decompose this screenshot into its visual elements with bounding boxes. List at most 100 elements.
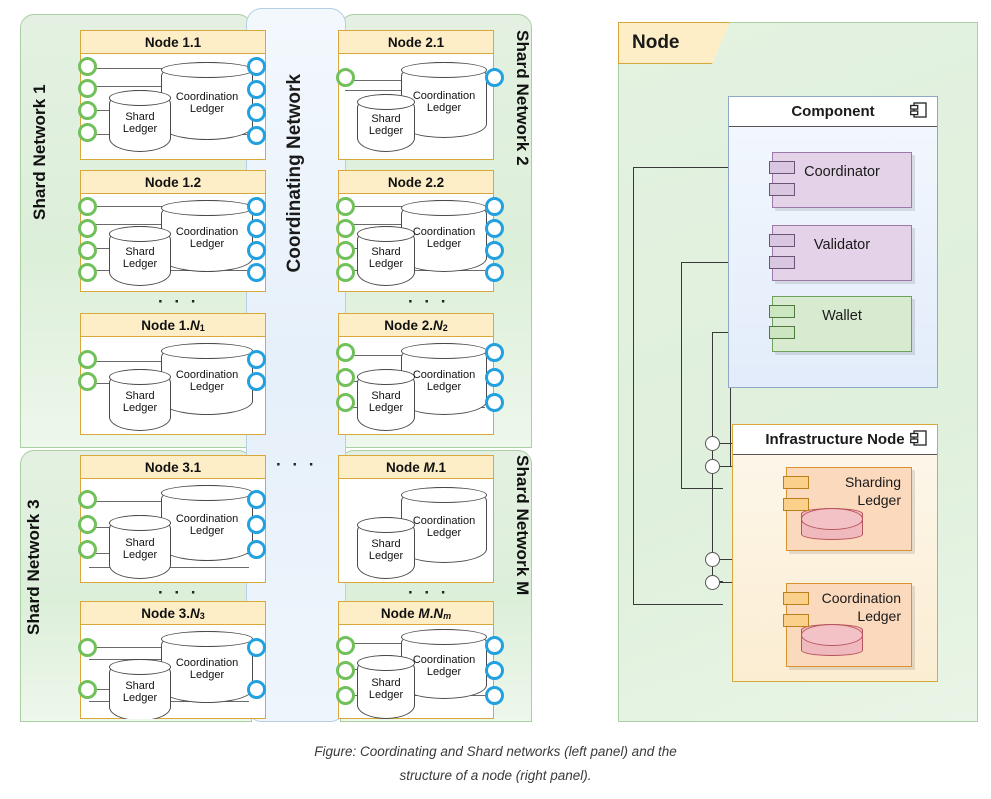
coordination-ledger-port-1[interactable]	[783, 592, 809, 605]
node-1-1-blue-port-1[interactable]	[247, 57, 266, 76]
node-3-1-blue-port-2[interactable]	[247, 515, 266, 534]
node-2-2-green-port-2[interactable]	[336, 219, 355, 238]
node-m-1-title: Node M .1	[339, 456, 493, 479]
node-m-nm-blue-port-2[interactable]	[485, 661, 504, 680]
node-1-2-green-port-3[interactable]	[78, 241, 97, 260]
ellipsis-shard-3: · · ·	[158, 583, 200, 602]
node-1-2-blue-port-2[interactable]	[247, 219, 266, 238]
node-2-2-title: Node 2.2	[339, 171, 493, 194]
node-3-1-title: Node 3.1	[81, 456, 265, 479]
node-2-2-green-port-3[interactable]	[336, 241, 355, 260]
socket-coordination-2[interactable]	[705, 575, 720, 590]
node-2-2-blue-port-3[interactable]	[485, 241, 504, 260]
node-2-n2-green-port-1[interactable]	[336, 343, 355, 362]
node-1-n1[interactable]: Node 1. N 1 Coordination Ledger Shard Ledger	[80, 313, 266, 435]
shard-ledger-cylinder: Shard Ledger	[108, 514, 172, 579]
node-3-1-blue-port-1[interactable]	[247, 490, 266, 509]
node-1-1-green-port-1[interactable]	[78, 57, 97, 76]
node-1-n1-green-port-1[interactable]	[78, 350, 97, 369]
validator-port-2[interactable]	[769, 256, 795, 269]
node-3-1-body: Coordination Ledger Shard Ledger	[81, 479, 265, 583]
socket-sharding-1[interactable]	[705, 436, 720, 451]
node-1-2-green-port-1[interactable]	[78, 197, 97, 216]
node-1-n1-blue-port-2[interactable]	[247, 372, 266, 391]
node-2-2-body: Coordination Ledger Shard Ledger	[339, 194, 493, 292]
infrastructure-node-header: Infrastructure Node	[733, 425, 937, 455]
node-1-1-blue-port-3[interactable]	[247, 103, 266, 122]
component-group-title: Component	[791, 103, 875, 120]
node-1-2-green-port-4[interactable]	[78, 263, 97, 282]
node-2-2-blue-port-4[interactable]	[485, 263, 504, 282]
node-3-1-green-port-1[interactable]	[78, 490, 97, 509]
shard-network-m-label: Shard Network M	[513, 455, 532, 596]
node-m-nm[interactable]: Node M.Nm Coordination Ledger Shard Ledger	[338, 601, 494, 719]
node-3-n3-green-port-2[interactable]	[78, 680, 97, 699]
node-1-2-green-port-2[interactable]	[78, 219, 97, 238]
shard-ledger-cylinder: Shard Ledger	[108, 89, 172, 152]
node-2-n2-green-port-2[interactable]	[336, 368, 355, 387]
shard-network-3-label: Shard Network 3	[24, 499, 43, 635]
node-2-n2[interactable]: Node 2. N 2 Coordination Ledger Shard Ledger	[338, 313, 494, 435]
socket-coordination-1[interactable]	[705, 552, 720, 567]
node-2-1-green-port-1[interactable]	[336, 68, 355, 87]
node-1-n1-blue-port-1[interactable]	[247, 350, 266, 369]
sharding-ledger-port-2[interactable]	[783, 498, 809, 511]
node-2-1-title: Node 2.1	[339, 31, 493, 54]
node-2-n2-blue-port-3[interactable]	[485, 393, 504, 412]
node-1-1-blue-port-4[interactable]	[247, 126, 266, 145]
node-3-1[interactable]: Node 3.1 Coordination Ledger Shard Ledger	[80, 455, 266, 583]
node-1-n1-green-port-2[interactable]	[78, 372, 97, 391]
node-m-nm-blue-port-1[interactable]	[485, 636, 504, 655]
coordination-ledger-cylinder: Coordination Ledger	[160, 342, 254, 415]
node-m-nm-green-port-1[interactable]	[336, 636, 355, 655]
node-2-1-blue-port-1[interactable]	[485, 68, 504, 87]
wallet-port-2[interactable]	[769, 326, 795, 339]
node-3-1-green-port-3[interactable]	[78, 540, 97, 559]
node-1-2-blue-port-1[interactable]	[247, 197, 266, 216]
ellipsis-shard-2: · · ·	[408, 292, 450, 311]
wallet-label: Wallet	[822, 308, 862, 324]
node-1-2-blue-port-3[interactable]	[247, 241, 266, 260]
node-3-n3-blue-port-1[interactable]	[247, 638, 266, 657]
node-3-1-blue-port-3[interactable]	[247, 540, 266, 559]
coordinator-port-2[interactable]	[769, 183, 795, 196]
node-2-n2-blue-port-1[interactable]	[485, 343, 504, 362]
node-3-1-green-port-2[interactable]	[78, 515, 97, 534]
component-icon	[910, 429, 927, 450]
shard-ledger-cylinder: Shard Ledger	[356, 93, 416, 152]
node-2-n2-blue-port-2[interactable]	[485, 368, 504, 387]
node-2-1[interactable]: Node 2.1 Coordination Ledger Shard Ledger	[338, 30, 494, 160]
node-3-n3[interactable]: Node 3. N 3 Coordination Ledger Shard Ledger	[80, 601, 266, 719]
node-1-2-blue-port-4[interactable]	[247, 263, 266, 282]
wallet-port-1[interactable]	[769, 305, 795, 318]
node-2-2-blue-port-1[interactable]	[485, 197, 504, 216]
node-1-n1-title: Node 1. N 1	[81, 314, 265, 337]
node-2-2-blue-port-2[interactable]	[485, 219, 504, 238]
node-1-1-green-port-2[interactable]	[78, 79, 97, 98]
coordination-ledger-cylinder	[800, 623, 864, 656]
node-1-1-blue-port-2[interactable]	[247, 80, 266, 99]
node-3-n3-blue-port-2[interactable]	[247, 680, 266, 699]
node-3-n3-green-port-1[interactable]	[78, 638, 97, 657]
node-m-nm-blue-port-3[interactable]	[485, 686, 504, 705]
socket-sharding-2[interactable]	[705, 459, 720, 474]
node-2-2-green-port-4[interactable]	[336, 263, 355, 282]
validator-label: Validator	[813, 237, 871, 253]
node-2-n2-body: Coordination Ledger Shard Ledger	[339, 337, 493, 435]
node-1-1-green-port-4[interactable]	[78, 123, 97, 142]
coordination-ledger-port-2[interactable]	[783, 614, 809, 627]
node-1-2[interactable]: Node 1.2 Coordination Ledger Shard Ledger	[80, 170, 266, 292]
node-1-1-body: Coordination Ledger Shard Ledger	[81, 54, 265, 160]
node-1-1[interactable]: Node 1.1 Coordination Ledger Shard Ledger	[80, 30, 266, 160]
validator-port-1[interactable]	[769, 234, 795, 247]
node-2-2-green-port-1[interactable]	[336, 197, 355, 216]
sharding-ledger-port-1[interactable]	[783, 476, 809, 489]
coordinator-port-1[interactable]	[769, 161, 795, 174]
node-2-n2-green-port-3[interactable]	[336, 393, 355, 412]
node-1-1-green-port-3[interactable]	[78, 101, 97, 120]
node-2-2[interactable]: Node 2.2 Coordination Ledger Shard Ledger	[338, 170, 494, 292]
node-m-1[interactable]: Node M .1 Coordination Ledger Shard Ledger	[338, 455, 494, 583]
node-m-nm-title: Node M.Nm	[339, 602, 493, 625]
node-m-nm-green-port-3[interactable]	[336, 686, 355, 705]
node-m-nm-green-port-2[interactable]	[336, 661, 355, 680]
